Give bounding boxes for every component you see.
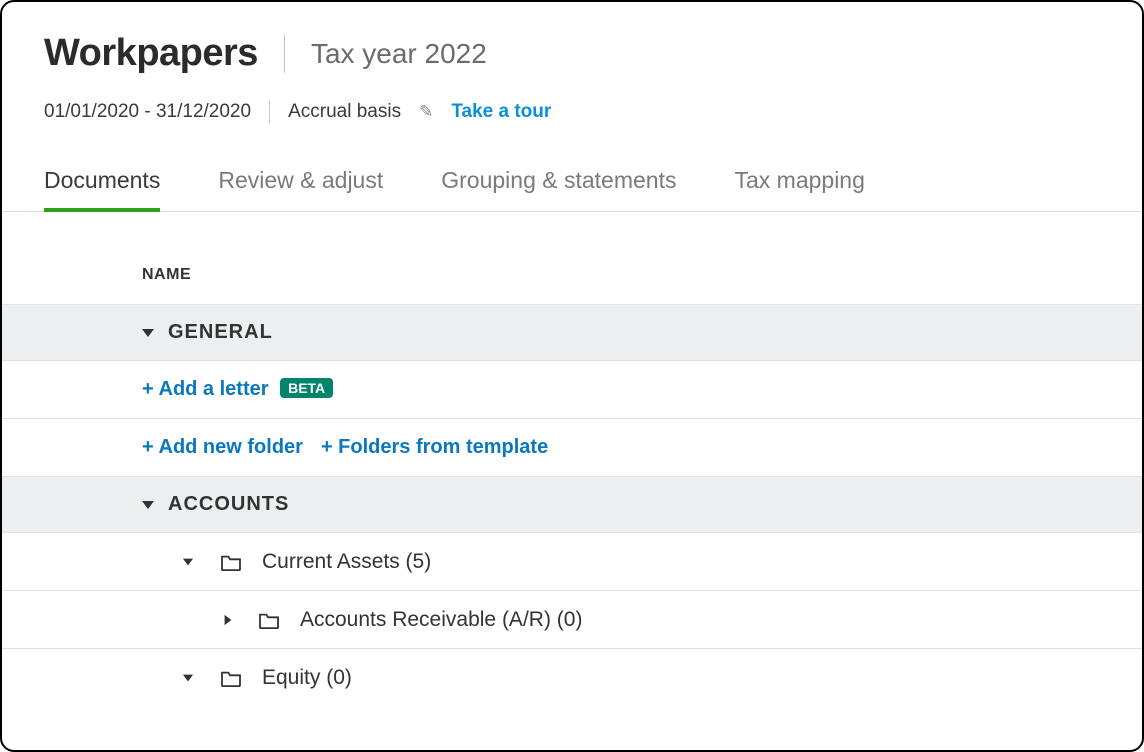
tabs: Documents Review & adjust Grouping & sta… (2, 167, 1142, 212)
tab-tax-mapping[interactable]: Tax mapping (734, 167, 864, 212)
chevron-down-icon (183, 558, 193, 565)
column-header-name: NAME (2, 266, 1142, 304)
section-label: ACCOUNTS (168, 493, 289, 516)
take-tour-link[interactable]: Take a tour (451, 101, 551, 123)
folder-accounts-receivable[interactable]: Accounts Receivable (A/R) (0) (2, 590, 1142, 648)
chevron-right-icon (225, 614, 232, 624)
tab-grouping-statements[interactable]: Grouping & statements (441, 167, 676, 212)
chevron-down-icon (142, 501, 154, 509)
app-window: Workpapers Tax year 2022 01/01/2020 - 31… (0, 0, 1144, 752)
section-label: GENERAL (168, 321, 273, 344)
title-row: Workpapers Tax year 2022 (44, 32, 1100, 75)
tab-documents[interactable]: Documents (44, 167, 160, 212)
divider (269, 101, 270, 123)
folder-current-assets[interactable]: Current Assets (5) (2, 532, 1142, 590)
pencil-icon[interactable]: ✎ (419, 102, 433, 122)
chevron-down-icon (183, 674, 193, 681)
basis-label: Accrual basis (288, 101, 401, 123)
header: Workpapers Tax year 2022 01/01/2020 - 31… (2, 2, 1142, 131)
divider (284, 35, 285, 73)
page-subtitle: Tax year 2022 (311, 38, 487, 70)
folder-icon (220, 553, 242, 571)
section-accounts[interactable]: ACCOUNTS (2, 476, 1142, 532)
date-range: 01/01/2020 - 31/12/2020 (44, 101, 251, 123)
folder-label: Equity (0) (262, 666, 352, 690)
folder-icon (258, 611, 280, 629)
folder-icon (220, 669, 242, 687)
chevron-down-icon (142, 329, 154, 337)
add-letter-link[interactable]: + Add a letter (142, 378, 269, 400)
page-title: Workpapers (44, 32, 258, 75)
beta-badge: BETA (280, 378, 333, 398)
folder-label: Current Assets (5) (262, 550, 431, 574)
folders-template-link[interactable]: + Folders from template (321, 436, 548, 459)
meta-row: 01/01/2020 - 31/12/2020 Accrual basis ✎ … (44, 101, 1100, 123)
folder-equity[interactable]: Equity (0) (2, 648, 1142, 706)
section-general[interactable]: GENERAL (2, 304, 1142, 360)
add-folder-link[interactable]: + Add new folder (142, 436, 303, 459)
folder-label: Accounts Receivable (A/R) (0) (300, 608, 582, 632)
row-folder-actions: + Add new folder + Folders from template (2, 418, 1142, 476)
content: NAME GENERAL + Add a letter BETA + Add n… (2, 212, 1142, 706)
row-add-letter: + Add a letter BETA (2, 360, 1142, 418)
tab-review-adjust[interactable]: Review & adjust (218, 167, 383, 212)
